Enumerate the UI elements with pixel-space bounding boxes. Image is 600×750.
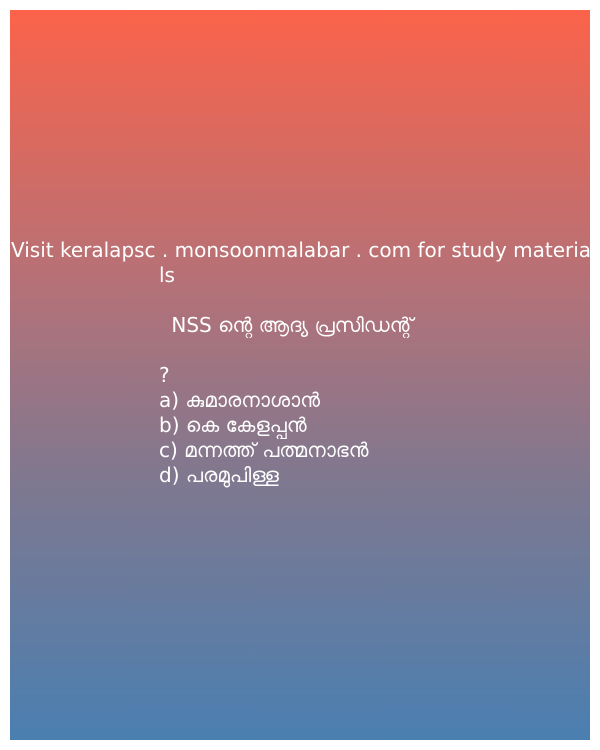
question-text: NSS ന്റെ ആദ്യ പ്രസിഡന്റ് [165, 313, 414, 337]
question-card: Visit keralapsc . monsoonmalabar . com f… [10, 10, 592, 740]
promo-line-2: ls [159, 263, 175, 287]
promo-line-1: Visit keralapsc . monsoonmalabar . com f… [11, 238, 592, 262]
option-d: d) പരമുപിള്ള [159, 463, 279, 487]
option-c: c) മന്നത്ത് പത്മനാഭൻ [159, 438, 369, 462]
option-a: a) കുമാരനാശാൻ [159, 388, 321, 412]
question-mark: ? [159, 363, 170, 387]
quiz-text-block: Visit keralapsc . monsoonmalabar . com f… [10, 238, 592, 488]
option-b: b) കെ കേളപ്പൻ [159, 413, 307, 437]
